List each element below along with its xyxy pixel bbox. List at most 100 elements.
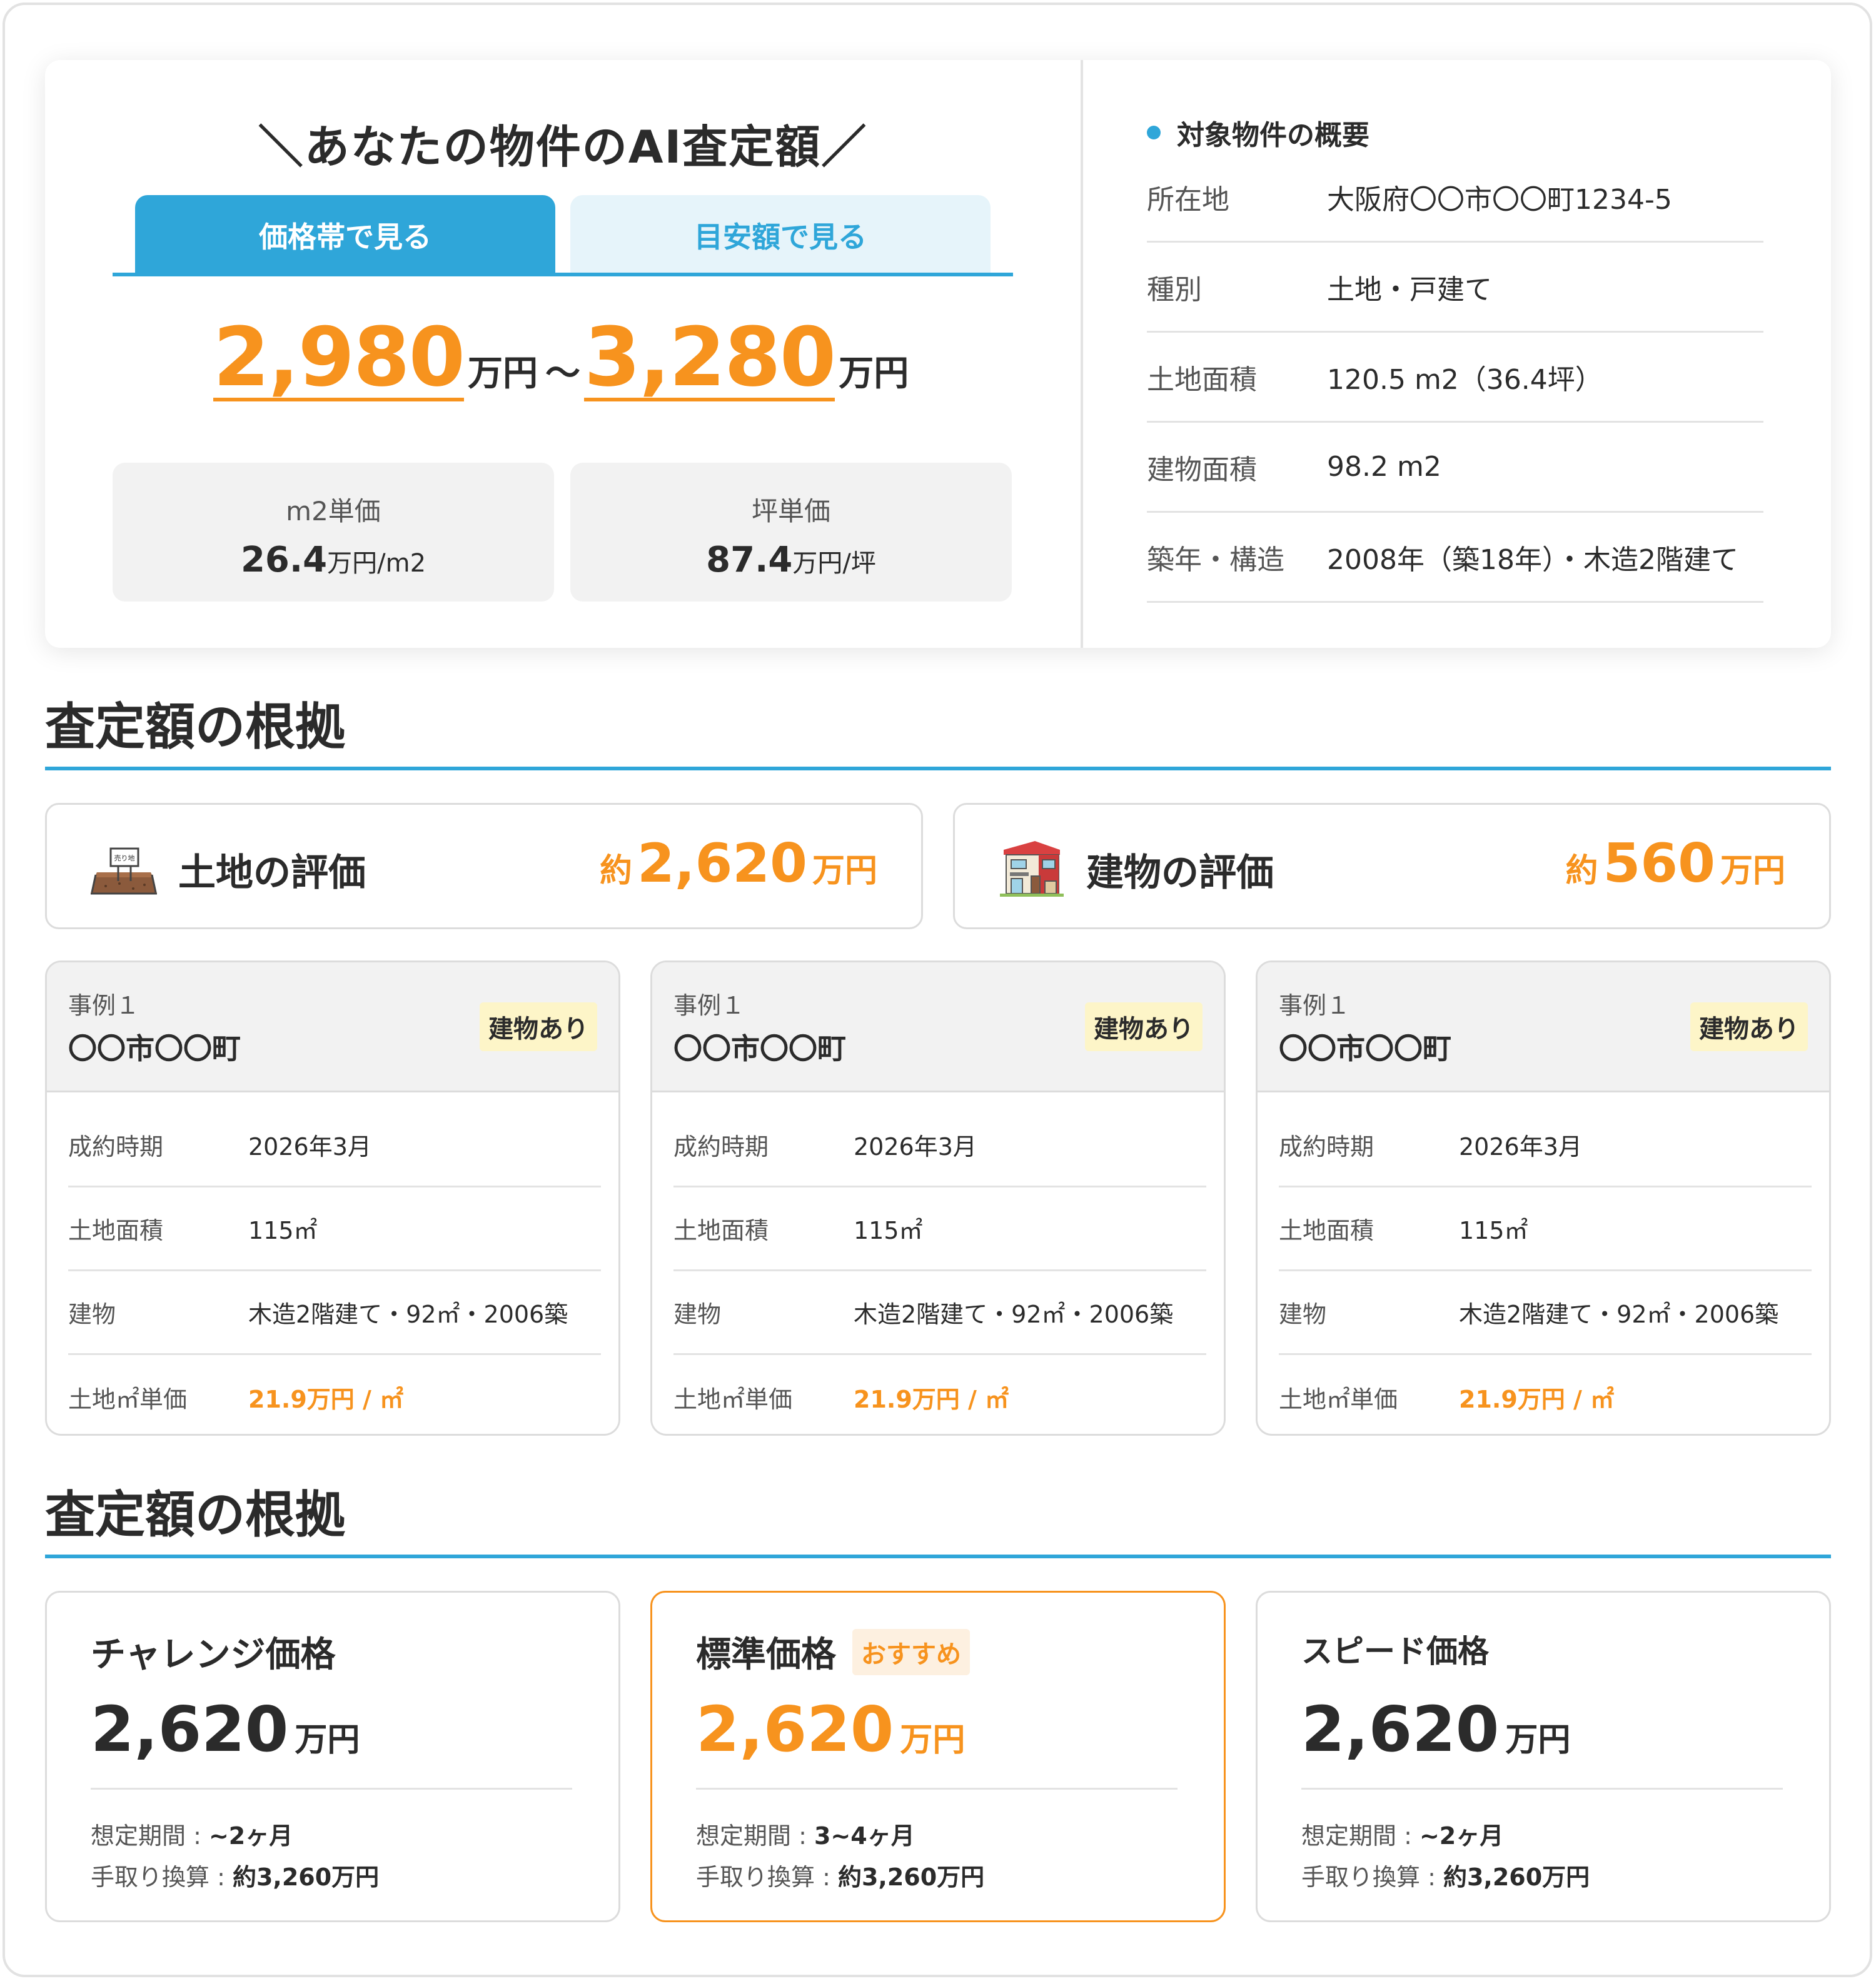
price-high-unit: 万円 [839,353,909,394]
tab-underline [113,273,1013,276]
land-for-sale-icon: 売り地 [91,847,157,895]
case-value: 21.9万円 / ㎡ [1459,1385,1615,1413]
case-row-unit-price: 土地㎡単価 21.9万円 / ㎡ [673,1355,1206,1434]
summary-key: 種別 [1147,273,1202,306]
unit-price-label: 坪単価 [751,496,830,527]
summary-key: 土地面積 [1147,363,1257,396]
speed-price-card[interactable]: スピード価格 2,620 万円 想定期間 : ~2ヶ月 手取り換算 : 約3,2… [1256,1591,1831,1922]
amount-unit: 万円 [812,852,877,890]
case-value: 115㎡ [1459,1217,1528,1244]
building-badge: 建物あり [1690,1002,1808,1051]
price-low-unit: 万円 [468,353,538,394]
approx-prefix: 約 [1565,852,1598,890]
case-value: 2026年3月 [854,1133,977,1161]
summary-value: 土地・戸建て [1327,273,1492,306]
price-card-divider [696,1788,1178,1790]
net-proceeds: 手取り換算 : 約3,260万円 [1301,1858,1590,1892]
case-card[interactable]: 事例１ 〇〇市〇〇町 建物あり 成約時期 2026年3月 土地面積 115㎡ 建物 木… [1256,960,1831,1436]
tab-price-range[interactable]: 価格帯で見る [135,195,555,275]
unit-price-label: m2単価 [286,496,381,527]
standard-price-card[interactable]: 標準価格 おすすめ 2,620 万円 想定期間 : 3~4ヶ月 手取り換算 : … [650,1591,1226,1922]
building-evaluation-title: 建物の評価 [1086,851,1274,895]
house-icon [1000,841,1064,897]
price-high: 3,280 [584,310,836,405]
case-key: 土地面積 [68,1217,164,1244]
unit-price-value: 87.4 [706,540,793,580]
summary-value: 2008年（築18年）・木造2階建て [1327,543,1738,576]
land-evaluation-amount: 約 2,620 万円 [600,832,877,895]
expected-period: 想定期間 : ~2ヶ月 [1301,1817,1503,1851]
approx-prefix: 約 [599,852,632,890]
case-key: 建物 [68,1301,116,1328]
summary-row-building-area: 建物面積 98.2 m2 [1147,423,1763,513]
case-number: 事例１ [68,992,140,1019]
case-key: 土地㎡単価 [1279,1385,1398,1413]
price-name: 標準価格 [696,1635,836,1675]
card-divider [1081,60,1083,648]
section-title-basis-2: 査定額の根拠 [45,1486,345,1544]
price-value: 2,620 [91,1693,289,1766]
summary-row-land-area: 土地面積 120.5 m2（36.4坪） [1147,333,1763,423]
price-value: 2,620 [1301,1693,1500,1766]
price-unit: 万円 [295,1721,360,1759]
net-value: 約3,260万円 [1443,1863,1590,1891]
summary-value: 大阪府〇〇市〇〇町1234-5 [1327,183,1672,216]
price-range: 2,980 万円 ～ 3,280 万円 [45,316,1081,401]
challenge-price-card[interactable]: チャレンジ価格 2,620 万円 想定期間 : ~2ヶ月 手取り換算 : 約3,… [45,1591,620,1922]
land-evaluation-card: 売り地 土地の評価 約 2,620 万円 [45,803,923,929]
case-value: 2026年3月 [248,1133,371,1161]
period-label: 想定期間 : [696,1822,814,1850]
section-underline [45,1555,1831,1558]
case-value: 木造2階建て・92㎡・2006築 [1459,1301,1779,1328]
section-title-basis: 査定額の根拠 [45,698,345,756]
unit-price-m2: m2単価 26.4万円/m2 [113,463,554,602]
price-card-amount: 2,620 万円 [91,1693,360,1766]
case-row-contract-date: 成約時期 2026年3月 [673,1104,1206,1187]
unit-price-tsubo: 坪単価 87.4万円/坪 [570,463,1012,602]
case-key: 土地㎡単価 [673,1385,793,1413]
price-card-divider [1301,1788,1783,1790]
case-key: 土地㎡単価 [68,1385,188,1413]
period-value: 3~4ヶ月 [814,1822,915,1850]
case-key: 成約時期 [68,1133,164,1161]
case-value: 115㎡ [854,1217,923,1244]
summary-key: 所在地 [1147,183,1229,216]
net-value: 約3,260万円 [837,1863,985,1891]
case-row-land-area: 土地面積 115㎡ [1279,1187,1812,1271]
building-evaluation-card: 建物の評価 約 560 万円 [953,803,1831,929]
net-label: 手取り換算 : [91,1863,233,1891]
tab-price-guide[interactable]: 目安額で見る [570,195,991,275]
case-key: 土地面積 [673,1217,769,1244]
price-name: スピード価格 [1301,1633,1489,1670]
building-evaluation-value: 560 [1603,832,1715,895]
case-location: 〇〇市〇〇町 [673,1032,846,1066]
summary-row-age-structure: 築年・構造 2008年（築18年）・木造2階建て [1147,513,1763,603]
case-row-contract-date: 成約時期 2026年3月 [68,1104,601,1187]
net-proceeds: 手取り換算 : 約3,260万円 [696,1858,984,1892]
unit-price-value: 26.4 [240,540,328,580]
case-value: 21.9万円 / ㎡ [854,1385,1009,1413]
case-key: 成約時期 [673,1133,769,1161]
case-key: 成約時期 [1279,1133,1374,1161]
case-header: 事例１ 〇〇市〇〇町 建物あり [1258,962,1829,1092]
case-key: 建物 [673,1301,722,1328]
period-value: ~2ヶ月 [1419,1822,1504,1850]
summary-key: 建物面積 [1147,453,1257,486]
bullet-dot-icon [1147,126,1161,139]
case-key: 土地面積 [1279,1217,1374,1244]
recommended-badge: おすすめ [852,1628,970,1675]
price-card-divider [91,1788,572,1790]
price-value: 2,620 [696,1693,894,1766]
price-unit: 万円 [1505,1721,1571,1759]
case-row-unit-price: 土地㎡単価 21.9万円 / ㎡ [68,1355,601,1434]
price-unit: 万円 [900,1721,966,1759]
section-underline [45,767,1831,770]
case-value: 2026年3月 [1459,1133,1582,1161]
case-location: 〇〇市〇〇町 [68,1032,241,1066]
price-low: 2,980 [213,310,465,405]
case-card[interactable]: 事例１ 〇〇市〇〇町 建物あり 成約時期 2026年3月 土地面積 115㎡ 建物 木… [650,960,1226,1436]
price-card-amount: 2,620 万円 [696,1693,965,1766]
price-card-title: スピード価格 [1301,1626,1489,1671]
net-proceeds: 手取り換算 : 約3,260万円 [91,1858,379,1892]
case-card[interactable]: 事例１ 〇〇市〇〇町 建物あり 成約時期 2026年3月 土地面積 115㎡ 建物 木… [45,960,620,1436]
